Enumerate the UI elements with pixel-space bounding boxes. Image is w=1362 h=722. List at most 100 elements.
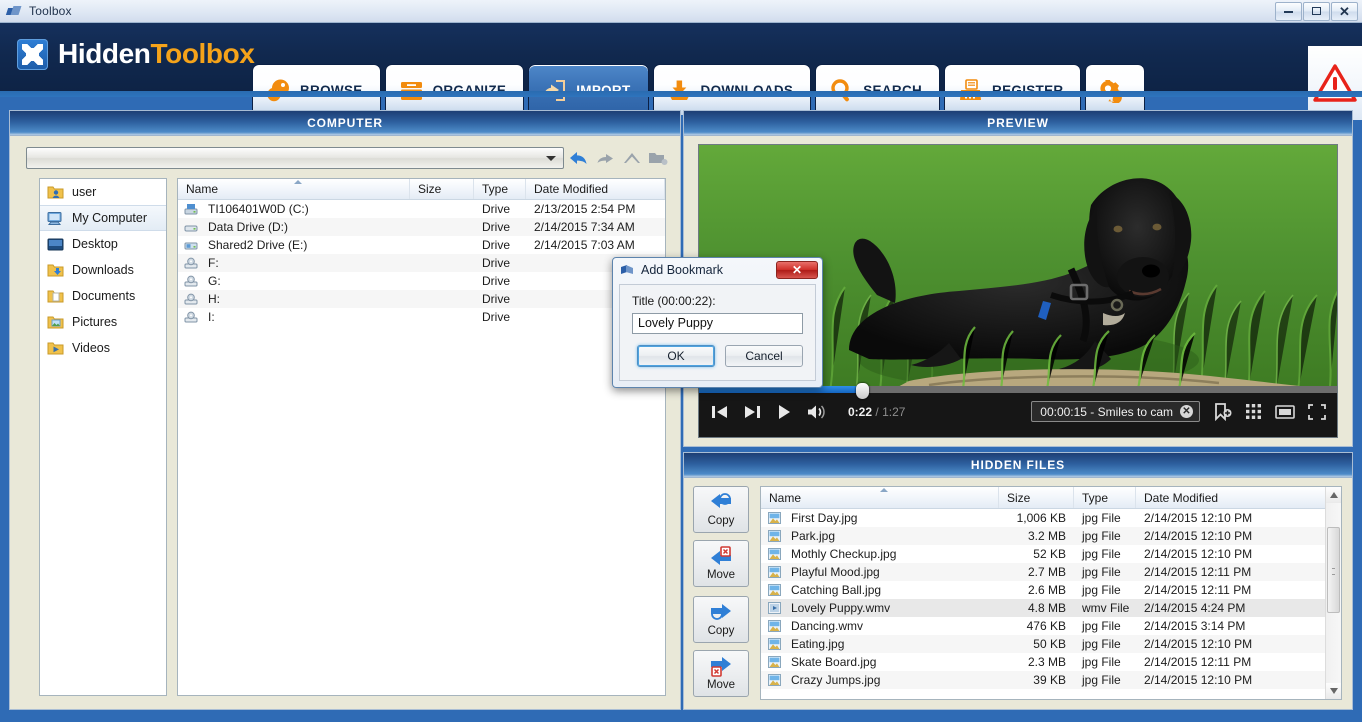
screen-icon[interactable] (1275, 404, 1295, 420)
new-folder-button[interactable] (646, 147, 670, 169)
player-right-controls: 00:00:15 - Smiles to cam ✕ (1031, 401, 1326, 422)
computer-panel: COMPUTER user My Computer Desktop Downlo… (9, 110, 681, 710)
forward-button[interactable] (593, 147, 617, 169)
hidden-list-scrollbar[interactable] (1325, 487, 1341, 699)
tree-item-downloads[interactable]: Downloads (40, 257, 166, 283)
table-row[interactable]: Playful Mood.jpg 2.7 MB jpg File 2/14/20… (761, 563, 1341, 581)
hidden-files-list[interactable]: Name Size Type Date Modified First Day.j… (760, 486, 1342, 700)
player-controls: 0:22 / 1:27 00:00:15 - Smiles to cam ✕ (699, 383, 1337, 437)
scroll-down-button[interactable] (1326, 683, 1341, 699)
table-row[interactable]: Crazy Jumps.jpg 39 KB jpg File 2/14/2015… (761, 671, 1341, 689)
ok-button[interactable]: OK (637, 345, 715, 367)
skip-previous-icon[interactable] (710, 403, 729, 421)
table-row[interactable]: Skate Board.jpg 2.3 MB jpg File 2/14/201… (761, 653, 1341, 671)
table-row[interactable]: Eating.jpg 50 KB jpg File 2/14/2015 12:1… (761, 635, 1341, 653)
image-file-icon (765, 548, 783, 560)
scroll-up-button[interactable] (1326, 487, 1341, 503)
back-button[interactable] (567, 147, 591, 169)
tree-item-label: Pictures (72, 315, 118, 329)
copy-out-button[interactable]: Copy (693, 596, 749, 643)
tab-downloads[interactable]: DOWNLOADS (652, 64, 812, 115)
volume-icon[interactable] (806, 403, 828, 421)
table-row[interactable]: H: Drive (178, 290, 665, 308)
image-file-icon (765, 530, 783, 542)
hidden-files-panel-body: Copy Move Copy Move Name Size Type Date … (684, 478, 1352, 709)
seek-handle[interactable] (855, 383, 869, 399)
table-row[interactable]: F: Drive (178, 254, 665, 272)
column-header-size[interactable]: Size (999, 487, 1074, 508)
tree-item-videos[interactable]: Videos (40, 335, 166, 361)
tab-register[interactable]: REGISTER (944, 64, 1082, 115)
clear-circle-icon[interactable]: ✕ (1180, 405, 1193, 418)
transfer-buttons: Copy Move Copy Move (693, 486, 749, 704)
table-row[interactable]: Dancing.wmv 476 KB jpg File 2/14/2015 3:… (761, 617, 1341, 635)
scrollbar-thumb[interactable] (1327, 527, 1340, 613)
table-row[interactable]: Lovely Puppy.wmv 4.8 MB wmv File 2/14/20… (761, 599, 1341, 617)
bookmark-chip[interactable]: 00:00:15 - Smiles to cam ✕ (1031, 401, 1200, 422)
copy-in-button[interactable]: Copy (693, 486, 749, 533)
video-file-icon (765, 602, 783, 614)
table-row[interactable]: Catching Ball.jpg 2.6 MB jpg File 2/14/2… (761, 581, 1341, 599)
brand-name-second: Toolbox (150, 38, 255, 69)
tree-item-desktop[interactable]: Desktop (40, 231, 166, 257)
warning-triangle-icon (1313, 63, 1357, 103)
removable-drive-icon (182, 293, 200, 306)
grid-icon[interactable] (1245, 403, 1262, 420)
alert-area[interactable] (1308, 46, 1362, 120)
tab-settings[interactable] (1085, 64, 1146, 115)
table-row[interactable]: Data Drive (D:) Drive 2/14/2015 7:34 AM (178, 218, 665, 236)
computer-panel-body: user My Computer Desktop Downloads Docum… (10, 136, 680, 709)
cancel-button[interactable]: Cancel (725, 345, 803, 367)
column-header-name[interactable]: Name (761, 487, 999, 508)
tab-browse[interactable]: BROWSE (252, 64, 381, 115)
arrow-up-icon (622, 150, 642, 166)
dialog-close-button[interactable]: ✕ (776, 261, 818, 279)
column-header-name[interactable]: Name (178, 179, 410, 199)
tree-item-pictures[interactable]: Pictures (40, 309, 166, 335)
copy-out-icon (708, 602, 734, 624)
table-row[interactable]: Park.jpg 3.2 MB jpg File 2/14/2015 12:10… (761, 527, 1341, 545)
table-row[interactable]: I: Drive (178, 308, 665, 326)
image-file-icon (765, 584, 783, 596)
folder-tree[interactable]: user My Computer Desktop Downloads Docum… (39, 178, 167, 696)
transfer-button-label: Copy (707, 625, 735, 637)
table-row[interactable]: TI106401W0D (C:) Drive 2/13/2015 2:54 PM (178, 200, 665, 218)
tree-item-documents[interactable]: Documents (40, 283, 166, 309)
hidden-toolbox-logo-icon (17, 38, 48, 70)
column-header-size[interactable]: Size (410, 179, 474, 199)
image-file-icon (765, 638, 783, 650)
dialog-buttons: OK Cancel (637, 345, 803, 367)
column-header-date[interactable]: Date Modified (1136, 487, 1341, 508)
fullscreen-icon[interactable] (1308, 403, 1326, 420)
maximize-button[interactable] (1303, 1, 1330, 21)
table-row[interactable]: Mothly Checkup.jpg 52 KB jpg File 2/14/2… (761, 545, 1341, 563)
column-header-type[interactable]: Type (1074, 487, 1136, 508)
time-separator: / (875, 405, 879, 419)
address-combobox[interactable] (26, 147, 564, 169)
tree-item-label: Desktop (72, 237, 118, 251)
up-button[interactable] (620, 147, 644, 169)
tab-import[interactable]: IMPORT (528, 64, 649, 115)
close-button[interactable]: ✕ (1331, 1, 1358, 21)
tree-item-my-computer[interactable]: My Computer (40, 205, 166, 231)
tab-search[interactable]: SEARCH (815, 64, 941, 115)
address-toolbar (26, 146, 670, 170)
move-out-button[interactable]: Move (693, 650, 749, 697)
tab-organize[interactable]: ORGANIZE (384, 64, 525, 115)
column-header-type[interactable]: Type (474, 179, 526, 199)
minimize-button[interactable] (1275, 1, 1302, 21)
image-file-icon (765, 674, 783, 686)
removable-drive-icon (182, 257, 200, 270)
column-header-date[interactable]: Date Modified (526, 179, 665, 199)
play-icon[interactable] (776, 403, 792, 421)
bookmark-title-input[interactable]: Lovely Puppy (632, 313, 803, 334)
tree-item-user[interactable]: user (40, 179, 166, 205)
drive-list[interactable]: Name Size Type Date Modified TI106401W0D… (177, 178, 666, 696)
table-row[interactable]: First Day.jpg 1,006 KB jpg File 2/14/201… (761, 509, 1341, 527)
move-in-button[interactable]: Move (693, 540, 749, 587)
table-row[interactable]: Shared2 Drive (E:) Drive 2/14/2015 7:03 … (178, 236, 665, 254)
skip-next-icon[interactable] (743, 403, 762, 421)
current-time: 0:22 (848, 405, 873, 419)
add-bookmark-icon[interactable] (1213, 402, 1232, 421)
table-row[interactable]: G: Drive (178, 272, 665, 290)
